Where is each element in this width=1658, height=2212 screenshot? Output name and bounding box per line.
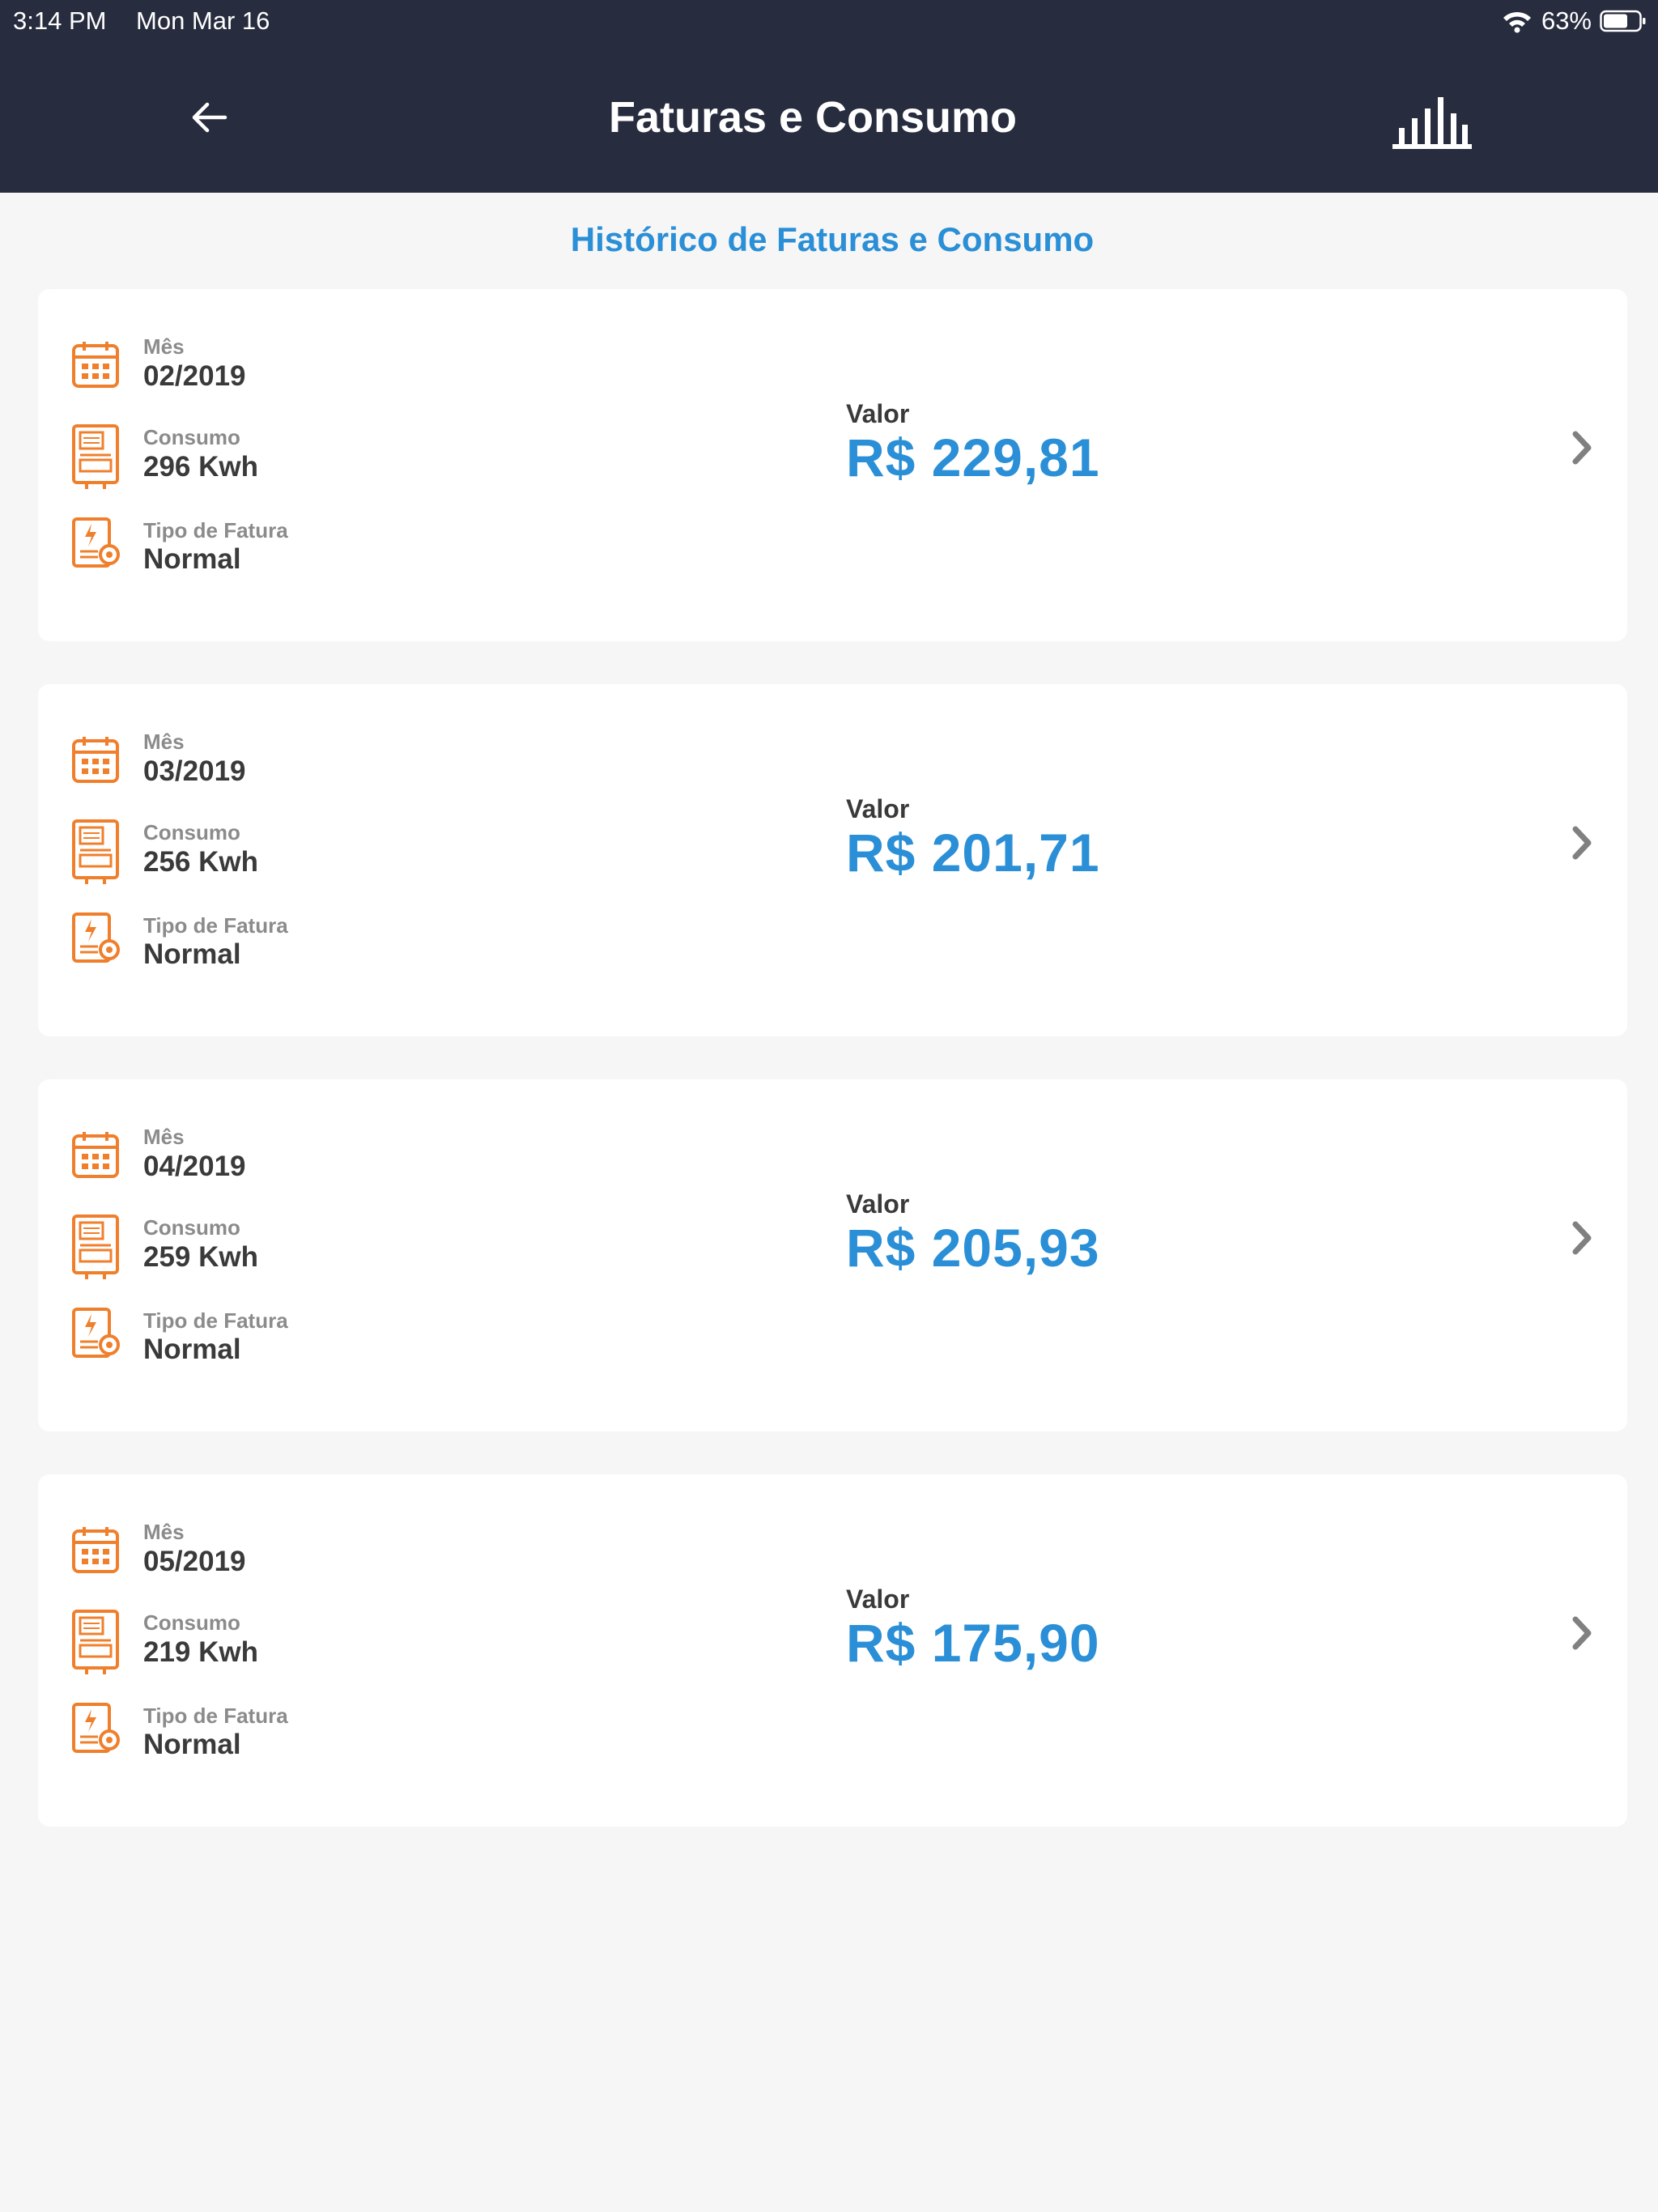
consumption-value: 259 Kwh [143,1241,258,1273]
meter-icon [72,1610,119,1674]
calendar-icon [72,1132,119,1178]
invoice-card[interactable]: Mês 05/2019 Consumo 219 Kwh Tipo de Fatu… [38,1474,1627,1827]
section-title: Histórico de Faturas e Consumo [570,220,1095,258]
amount-label: Valor [846,399,910,428]
page-title: Faturas e Consumo [608,93,1018,142]
invoice-type-label: Tipo de Fatura [143,913,288,938]
calendar-icon [72,342,119,388]
meter-icon [72,424,119,489]
invoice-card[interactable]: Mês 03/2019 Consumo 256 Kwh Tipo de Fatu… [38,684,1627,1036]
invoice-type-icon [72,517,120,568]
amount-value: R$ 201,71 [846,823,1100,883]
invoice-type-icon [72,1308,120,1358]
invoice-type-label: Tipo de Fatura [143,1704,288,1728]
month-label: Mês [143,334,185,359]
invoice-card[interactable]: Mês 04/2019 Consumo 259 Kwh Tipo de Fatu… [38,1079,1627,1431]
invoice-type-icon [72,912,120,963]
consumption-value: 256 Kwh [143,846,258,878]
month-value: 02/2019 [143,360,246,392]
amount-label: Valor [846,794,910,823]
consumption-label: Consumo [143,820,240,844]
wifi-icon [1503,11,1531,33]
consumption-label: Consumo [143,425,240,449]
consumption-value: 296 Kwh [143,451,258,483]
status-indicators: 63% [1501,6,1647,36]
calendar-icon [72,737,119,783]
month-label: Mês [143,1125,185,1149]
app-header: 3:14 PM Mon Mar 16 63% Faturas e Consumo [0,0,1658,193]
invoice-card[interactable]: Mês 02/2019 Consumo 296 Kwh Tipo de Fatu… [38,289,1627,641]
amount-value: R$ 205,93 [846,1218,1100,1278]
amount-label: Valor [846,1585,910,1614]
month-value: 05/2019 [143,1546,246,1577]
consumption-label: Consumo [143,1215,240,1240]
calendar-icon [72,1527,119,1573]
status-bar: 3:14 PM Mon Mar 16 63% [0,0,1658,42]
meter-icon [72,1214,119,1279]
chevron-right-icon[interactable] [1566,428,1598,468]
battery-icon [1600,10,1646,32]
invoice-type-label: Tipo de Fatura [143,1308,288,1333]
amount-value: R$ 229,81 [846,428,1100,487]
month-value: 04/2019 [143,1151,246,1182]
chevron-right-icon[interactable] [1566,823,1598,863]
status-time: 3:14 PM [13,6,107,35]
invoice-type-value: Normal [143,938,241,970]
amount-value: R$ 175,90 [846,1613,1100,1673]
month-label: Mês [143,730,185,754]
invoice-type-value: Normal [143,1729,241,1760]
month-label: Mês [143,1520,185,1544]
invoice-type-label: Tipo de Fatura [143,518,288,542]
status-date: Mon Mar 16 [136,6,270,35]
month-value: 03/2019 [143,755,246,787]
bar-chart-icon[interactable] [1391,87,1473,152]
consumption-label: Consumo [143,1610,240,1635]
meter-icon [72,819,119,884]
invoice-type-value: Normal [143,1334,241,1365]
invoice-type-value: Normal [143,543,241,575]
amount-label: Valor [846,1189,910,1219]
chevron-right-icon[interactable] [1566,1218,1598,1258]
chevron-right-icon[interactable] [1566,1613,1598,1653]
consumption-value: 219 Kwh [143,1636,258,1668]
battery-percentage: 63% [1541,6,1592,35]
navigation-bar: Faturas e Consumo [0,42,1658,193]
invoice-type-icon [72,1703,120,1753]
